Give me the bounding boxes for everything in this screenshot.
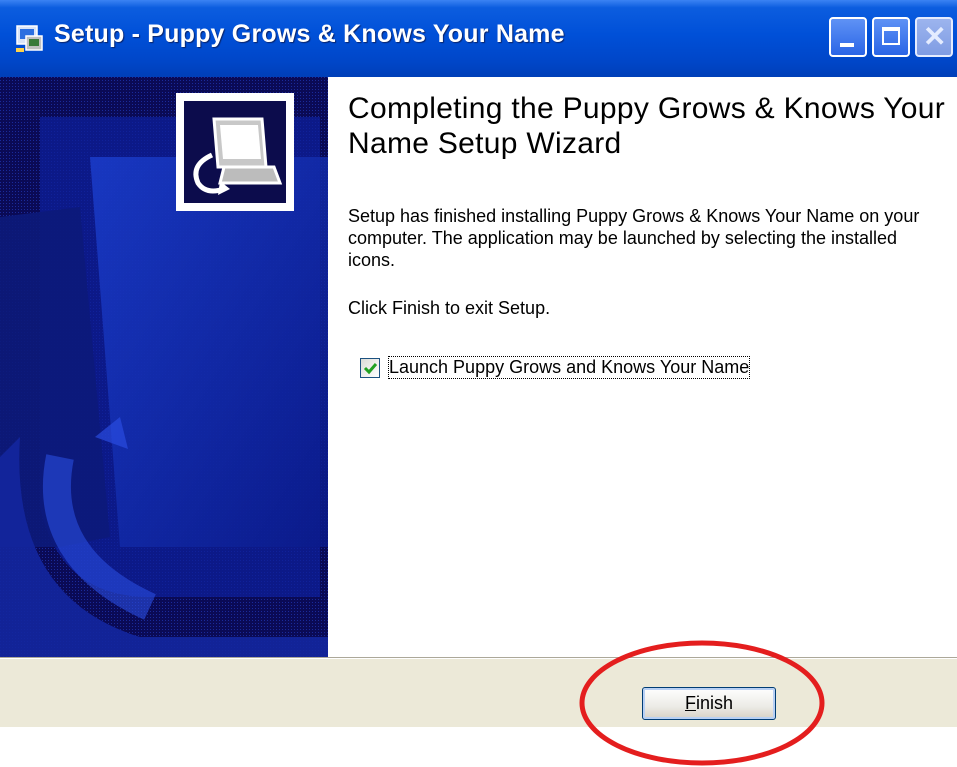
close-button[interactable]: ✕ [915, 17, 953, 57]
wizard-heading: Completing the Puppy Grows & Knows Your … [348, 92, 946, 160]
launch-checkbox[interactable] [360, 358, 380, 378]
setup-wizard-window: Setup - Puppy Grows & Knows Your Name ✕ [0, 0, 957, 727]
checkmark-icon [363, 363, 378, 375]
maximize-button[interactable] [872, 17, 910, 57]
title-bar[interactable]: Setup - Puppy Grows & Knows Your Name ✕ [0, 0, 957, 79]
minimize-button[interactable] [829, 17, 867, 57]
minimize-icon [840, 43, 854, 47]
setup-app-icon [16, 25, 43, 52]
finish-label-rest: inish [695, 693, 734, 713]
window-title: Setup - Puppy Grows & Knows Your Name [54, 20, 565, 48]
completion-message: Setup has finished installing Puppy Grow… [348, 206, 920, 270]
wizard-footer [0, 659, 957, 727]
launch-checkbox-label[interactable]: Launch Puppy Grows and Knows Your Name [387, 356, 751, 379]
wizard-computer-icon [193, 117, 283, 195]
finish-button[interactable]: Finish [642, 687, 776, 720]
wizard-logo [176, 93, 294, 211]
finish-mnemonic: F [684, 693, 696, 713]
wizard-content: Completing the Puppy Grows & Knows Your … [328, 77, 957, 657]
maximize-icon [882, 27, 900, 45]
close-icon: ✕ [923, 21, 947, 52]
exit-hint: Click Finish to exit Setup. [348, 298, 551, 318]
